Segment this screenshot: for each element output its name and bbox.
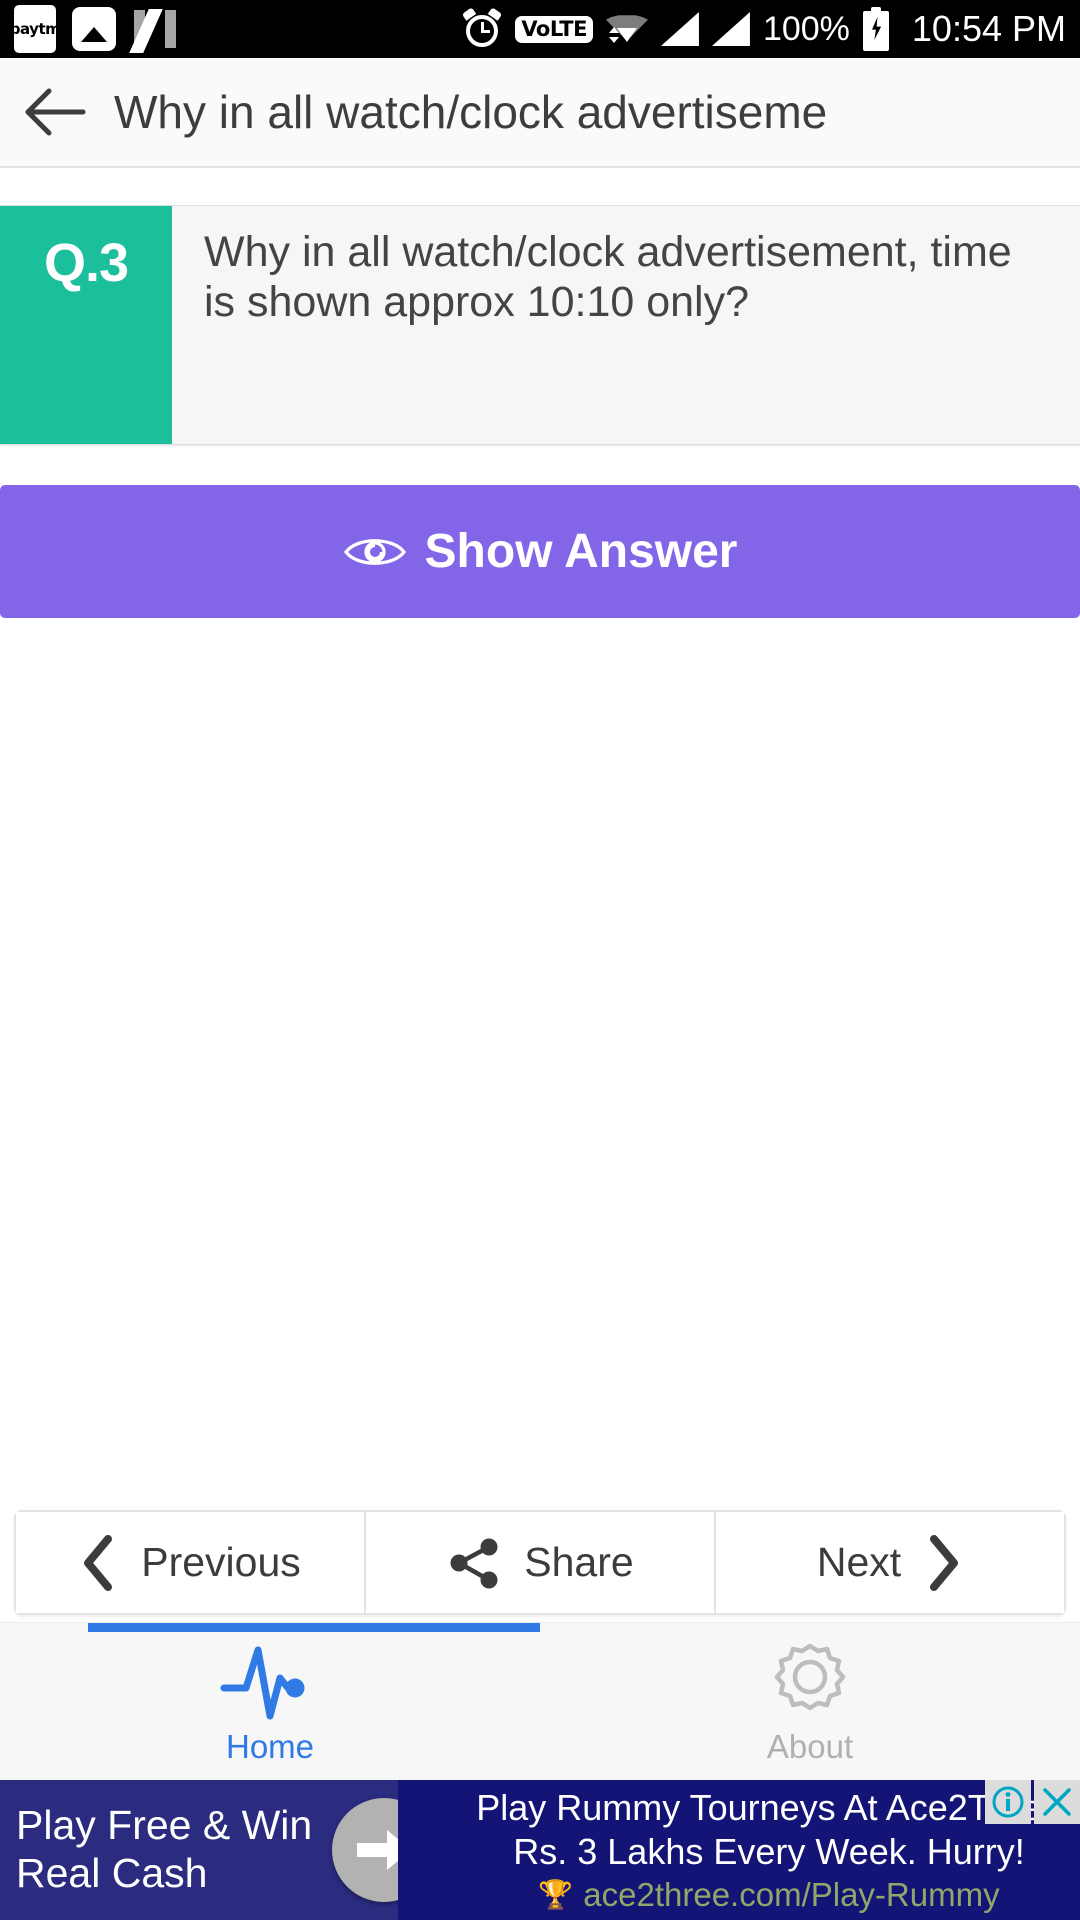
next-button[interactable]: Next [716,1512,1064,1613]
answer-content-area [0,618,1080,1498]
chevron-right-icon [930,1534,959,1591]
battery-percent: 100% [762,9,850,48]
ad-info-button[interactable] [985,1780,1031,1824]
back-arrow-icon [25,88,86,136]
back-button[interactable] [0,57,110,167]
ad-close-button[interactable] [1034,1780,1080,1824]
status-bar: paytm VoLTE 100% 10:54 PM [0,0,1080,58]
status-bar-right-icons: VoLTE 100% 10:54 PM [462,7,1066,51]
show-answer-button[interactable]: Show Answer [0,485,1080,618]
question-number-badge: Q.3 [0,206,172,444]
previous-button[interactable]: Previous [16,1512,364,1613]
ad-url: ace2three.com/Play-Rummy [583,1875,1000,1913]
volte-icon: VoLTE [515,15,593,43]
pulse-icon [220,1646,305,1719]
signal-icon [711,12,750,46]
next-label: Next [816,1539,902,1585]
question-nav-bar: Previous Share Next [14,1510,1066,1615]
ad-url-row: 🏆 ace2three.com/Play-Rummy [538,1876,999,1914]
android-nougat-icon [129,6,178,53]
chevron-left-icon [84,1534,113,1591]
tab-about[interactable]: About [540,1623,1080,1780]
phone-screen: paytm VoLTE 100% 10:54 PM Why in all wat… [0,0,1080,1920]
paytm-icon-label: paytm [9,20,61,38]
question-text: Why in all watch/clock advertisement, ti… [204,228,1012,326]
gear-icon [774,1643,846,1710]
question-card: Q.3 Why in all watch/clock advertisement… [0,205,1080,445]
active-tab-indicator [88,1623,540,1632]
wifi-icon [605,9,648,49]
clock-time: 10:54 PM [911,8,1066,49]
ad-headline: Play Rummy Tourneys At Ace2Three [476,1787,1062,1829]
bottom-tab-bar: Home About [0,1622,1080,1780]
trophy-icon: 🏆 [538,1878,574,1910]
share-button[interactable]: Share [364,1512,716,1613]
signal-icon [660,12,699,46]
share-label: Share [524,1539,634,1585]
battery-charging-icon [862,7,889,51]
eye-icon [343,538,406,565]
ad-banner[interactable]: Play Free & Win Real Cash Play Rummy Tou… [0,1780,1080,1920]
share-icon [450,1538,498,1588]
previous-label: Previous [141,1539,301,1585]
photo-icon [72,7,116,51]
info-icon [992,1786,1024,1818]
tab-home-label: Home [225,1727,315,1765]
ad-left-line2: Real Cash [16,1850,208,1896]
ad-corner-controls [985,1780,1080,1824]
ad-left-line1: Play Free & Win [16,1802,313,1849]
tab-home[interactable]: Home [0,1623,540,1780]
ad-right-panel[interactable]: Play Rummy Tourneys At Ace2Three Rs. 3 L… [398,1780,1080,1920]
question-number-label: Q.3 [43,233,129,293]
page-title: Why in all watch/clock advertiseme [114,86,828,138]
app-bar: Why in all watch/clock advertiseme [0,58,1080,168]
alarm-icon [462,7,503,49]
show-answer-label: Show Answer [424,525,738,578]
paytm-icon: paytm [10,5,61,53]
tab-about-label: About [766,1727,854,1765]
status-bar-left-icons: paytm [10,5,178,53]
ad-subline: Rs. 3 Lakhs Every Week. Hurry! [513,1831,1025,1872]
close-icon [1043,1788,1071,1816]
